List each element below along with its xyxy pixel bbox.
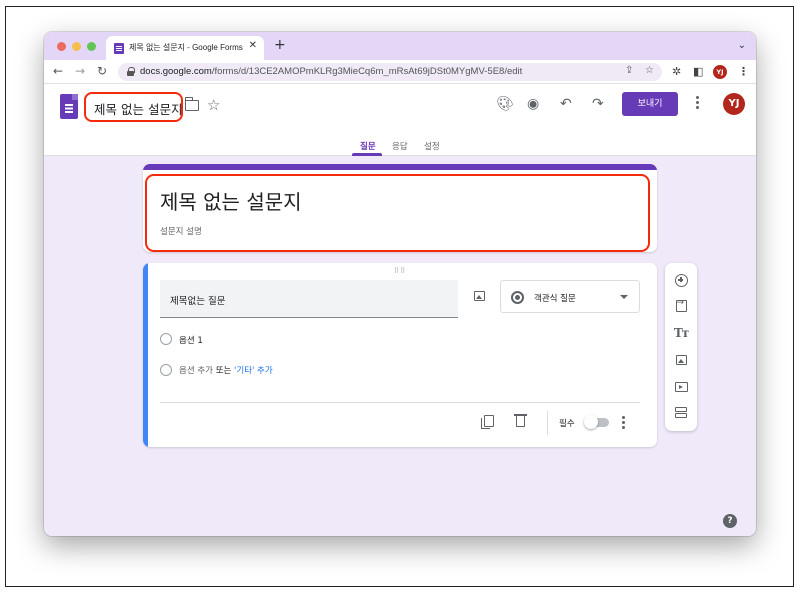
palette-icon[interactable]: 🎨︎ [496,96,514,112]
bookmark-star-icon[interactable]: ☆ [645,65,654,76]
add-other-link[interactable]: '기타' 추가 [234,366,273,376]
floating-toolbar: Tт [665,263,697,431]
question-type-select[interactable]: 객관식 질문 [500,280,640,313]
question-title-input[interactable]: 제목없는 질문 [160,280,458,318]
option-radio [160,333,172,345]
more-vert-icon[interactable] [696,96,700,110]
form-canvas: 제목 없는 설문지 설문지 설명 ⠿⠿ 제목없는 질문 객관식 질문 옵션 1 … [44,156,756,536]
url-text[interactable]: docs.google.com/forms/d/13CE2AMOPmKLRg3M… [140,66,522,77]
delete-icon[interactable] [514,414,527,427]
avatar[interactable]: YJ [723,93,745,115]
menu-icon[interactable]: ⋮ [738,65,749,78]
send-button[interactable]: 보내기 [622,92,678,116]
add-title-icon[interactable]: Tт [665,320,697,346]
question-type-label: 객관식 질문 [534,294,576,304]
browser-profile-avatar[interactable]: YJ [713,65,727,79]
tab-title: 제목 없는 설문지 - Google Forms [129,43,243,52]
side-panel-icon[interactable]: ◧ [693,65,703,78]
back-icon[interactable]: ← [53,64,63,78]
required-toggle[interactable] [584,415,609,429]
question-title-text: 제목없는 질문 [170,296,226,307]
add-section-icon[interactable] [665,400,697,426]
new-tab-button[interactable]: + [274,38,286,52]
undo-icon[interactable]: ↶ [560,96,572,112]
drag-handle-icon[interactable]: ⠿⠿ [394,267,406,275]
extensions-icon[interactable]: ✲ [672,65,681,78]
tab-close-icon[interactable]: ✕ [249,40,257,51]
forms-favicon-icon [114,43,124,54]
minimize-window-button[interactable] [72,42,81,51]
chevron-down-icon [620,295,628,299]
add-image-toolbar-icon[interactable] [665,347,697,373]
annotation-highlight-title [84,92,183,122]
add-option-radio [160,364,172,376]
tab-strip: 제목 없는 설문지 - Google Forms ✕ + ⌄ [44,32,756,60]
question-active-bar [143,263,148,447]
add-option-link[interactable]: 옵션 추가 [179,366,213,376]
add-video-icon[interactable] [665,374,697,400]
help-icon[interactable]: ? [723,514,737,528]
add-option-row: 옵션 추가 또는 '기타' 추가 [179,364,273,376]
close-window-button[interactable] [57,42,66,51]
form-tabs: 질문 응답 설정 [44,136,756,156]
forward-icon[interactable]: → [75,64,85,78]
tab-responses[interactable]: 응답 [392,140,408,152]
browser-tab[interactable]: 제목 없는 설문지 - Google Forms ✕ [106,36,264,60]
forms-header: 제목 없는 설문지 ☆ 🎨︎ ◉ ↶ ↷ 보내기 YJ 질문 응답 설정 [44,84,756,156]
browser-toolbar: ← → ↻ docs.google.com/forms/d/13CE2AMOPm… [44,60,756,84]
footer-vertical-divider [547,411,548,435]
or-text: 또는 [215,366,232,376]
duplicate-icon[interactable] [481,415,494,429]
question-card[interactable]: ⠿⠿ 제목없는 질문 객관식 질문 옵션 1 옵션 추가 또는 '기타' 추가 [143,263,657,447]
annotation-highlight-form-title [145,174,650,252]
share-icon[interactable]: ⇪ [625,65,633,76]
forms-logo-icon[interactable] [60,94,78,119]
preview-eye-icon[interactable]: ◉ [527,96,539,112]
required-label: 필수 [559,419,575,429]
title-card-accent-bar [143,164,657,170]
reload-icon[interactable]: ↻ [97,64,107,78]
toggle-knob [584,415,598,429]
tab-settings[interactable]: 설정 [424,140,440,152]
address-bar[interactable]: docs.google.com/forms/d/13CE2AMOPmKLRg3M… [118,63,662,81]
redo-icon[interactable]: ↷ [592,96,604,112]
tab-questions[interactable]: 질문 [360,140,376,152]
import-questions-icon[interactable] [665,293,697,319]
star-icon[interactable]: ☆ [207,96,220,114]
browser-window: 제목 없는 설문지 - Google Forms ✕ + ⌄ ← → ↻ doc… [44,32,756,536]
question-footer-divider [160,402,640,403]
radio-button-icon [511,291,524,304]
lock-icon[interactable] [127,67,135,76]
maximize-window-button[interactable] [87,42,96,51]
option-label[interactable]: 옵션 1 [179,334,203,346]
tab-list-chevron-icon[interactable]: ⌄ [738,40,746,51]
folder-icon[interactable] [184,97,199,111]
add-question-icon[interactable] [665,267,697,293]
add-image-icon[interactable] [474,291,485,301]
question-more-icon[interactable] [622,416,625,431]
